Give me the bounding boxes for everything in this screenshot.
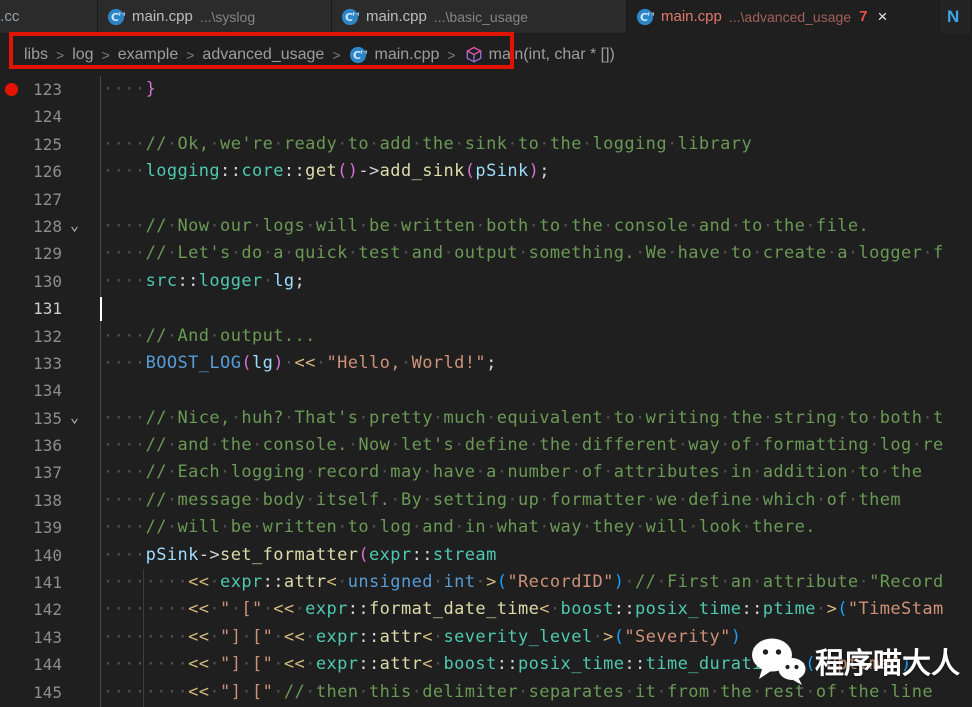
tab-main-cpp-advancedusage[interactable]: C++ main.cpp ...\advanced_usage 7 ×: [627, 0, 940, 33]
line-number[interactable]: 129: [0, 240, 62, 267]
line-number[interactable]: 145: [0, 679, 62, 706]
line-number[interactable]: 136: [0, 432, 62, 459]
watermark: 程序喵大人: [750, 636, 960, 686]
code-text: ····//·Now·our·logs·will·be·written·both…: [103, 213, 869, 240]
editor[interactable]: 123····}124125 ····//·Ok,·we're·ready·to·…: [0, 76, 972, 707]
line-number[interactable]: 126: [0, 158, 62, 185]
code-text: ········<<·expr::attr<·unsigned·int·>("R…: [103, 569, 944, 596]
svg-text:++: ++: [351, 12, 359, 18]
code-text: ····//·Ok,·we're·ready·to·add·the·sink·t…: [103, 131, 752, 158]
tab-bar: t.cc C++ main.cpp ...\syslog C++ main.cpp ...\…: [0, 0, 972, 33]
line-number[interactable]: 134: [0, 377, 62, 404]
cpp-file-icon: C++: [627, 8, 654, 26]
line-number[interactable]: 133: [0, 350, 62, 377]
line-number[interactable]: 132: [0, 323, 62, 350]
code-line-123[interactable]: 123····}: [0, 76, 972, 103]
tab-main-cpp-syslog[interactable]: C++ main.cpp ...\syslog: [98, 0, 332, 33]
code-line-131[interactable]: 131: [0, 295, 972, 322]
code-text: ····logging::core::get()->add_sink(pSink…: [103, 158, 550, 185]
line-number[interactable]: 125: [0, 131, 62, 158]
code-text: ····//·Let's·do·a·quick·test·and·output·…: [103, 240, 944, 267]
code-text: ········<<·"]·["·<<·expr::attr<·severity…: [103, 624, 741, 651]
problems-count-badge: 7: [859, 8, 867, 25]
code-line-132[interactable]: 132 ····//·And·output...: [0, 323, 972, 350]
line-number[interactable]: 131: [0, 295, 62, 322]
svg-text:++: ++: [117, 12, 125, 18]
code-line-127[interactable]: 127: [0, 186, 972, 213]
code-line-141[interactable]: 141 ········<<·expr::attr<·unsigned·int·>…: [0, 569, 972, 596]
tab-filename: t.cc: [0, 8, 19, 25]
fold-chevron-icon[interactable]: ⌄: [70, 405, 79, 430]
line-number[interactable]: 144: [0, 651, 62, 678]
code-line-135[interactable]: 135 ⌄ ····//·Nice,·huh?·That's·pretty·much…: [0, 405, 972, 432]
text-cursor: [100, 297, 102, 321]
line-number[interactable]: 124: [0, 103, 62, 130]
code-text: ····BOOST_LOG(lg)·<<·"Hello,·World!";: [103, 350, 497, 377]
wechat-icon: [750, 636, 806, 686]
tab-filename: N: [947, 7, 959, 27]
line-number[interactable]: 139: [0, 514, 62, 541]
tab-filename: main.cpp: [661, 8, 722, 25]
tab-path: ...\syslog: [200, 9, 255, 25]
tab-t-cc[interactable]: t.cc: [0, 0, 98, 33]
code-line-137[interactable]: 137 ····//·Each·logging·record·may·have·a…: [0, 459, 972, 486]
code-line-126[interactable]: 126 ····logging::core::get()->add_sink(pS…: [0, 158, 972, 185]
line-number[interactable]: 138: [0, 487, 62, 514]
cpp-file-icon: C++: [332, 8, 359, 26]
tab-path: ...\basic_usage: [434, 9, 528, 25]
code-text: ········<<·"·["·<<·expr::format_date_tim…: [103, 596, 944, 623]
code-line-128[interactable]: 128 ⌄ ····//·Now·our·logs·will·be·written·…: [0, 213, 972, 240]
watermark-text: 程序喵大人: [815, 640, 960, 682]
code-line-142[interactable]: 142 ········<<·"·["·<<·expr::format_date_…: [0, 596, 972, 623]
close-icon[interactable]: ×: [877, 8, 887, 25]
annotation-highlight-box: [9, 32, 514, 69]
tab-main-cpp-basicusage[interactable]: C++ main.cpp ...\basic_usage: [332, 0, 627, 33]
svg-text:++: ++: [646, 12, 654, 18]
code-line-139[interactable]: 139 ····//·will·be·written·to·log·and·in·…: [0, 514, 972, 541]
code-line-140[interactable]: 140 ····pSink->set_formatter(expr::stream: [0, 542, 972, 569]
line-number[interactable]: 128: [0, 213, 62, 240]
tab-filename: main.cpp: [366, 8, 427, 25]
code-text: ····}: [103, 76, 156, 103]
line-number[interactable]: 127: [0, 186, 62, 213]
code-text: ····//·will·be·written·to·log·and·in·wha…: [103, 514, 816, 541]
code-line-129[interactable]: 129 ····//·Let's·do·a·quick·test·and·outp…: [0, 240, 972, 267]
tab-n[interactable]: N: [940, 0, 972, 33]
tab-path: ...\advanced_usage: [729, 9, 851, 25]
cpp-file-icon: C++: [98, 8, 125, 26]
line-number[interactable]: 135: [0, 405, 62, 432]
line-number[interactable]: 143: [0, 624, 62, 651]
code-line-125[interactable]: 125 ····//·Ok,·we're·ready·to·add·the·sin…: [0, 131, 972, 158]
line-number[interactable]: 141: [0, 569, 62, 596]
line-number[interactable]: 137: [0, 459, 62, 486]
code-line-138[interactable]: 138 ····//·message·body·itself.·By·settin…: [0, 487, 972, 514]
code-line-124[interactable]: 124: [0, 103, 972, 130]
line-number[interactable]: 142: [0, 596, 62, 623]
code-text: ····//·And·output...: [103, 323, 316, 350]
fold-chevron-icon[interactable]: ⌄: [70, 213, 79, 238]
code-text: ····//·Nice,·huh?·That's·pretty·much·equ…: [103, 405, 944, 432]
code-text: ····//·and·the·console.·Now·let's·define…: [103, 432, 944, 459]
code-text: ····//·message·body·itself.·By·setting·u…: [103, 487, 901, 514]
code-text: ····//·Each·logging·record·may·have·a·nu…: [103, 459, 922, 486]
code-text: ····src::logger·lg;: [103, 268, 305, 295]
code-line-134[interactable]: 134: [0, 377, 972, 404]
code-text: ····pSink->set_formatter(expr::stream: [103, 542, 497, 569]
code-lines: 123····}124125 ····//·Ok,·we're·ready·to·…: [0, 76, 972, 706]
vscode-window: t.cc C++ main.cpp ...\syslog C++ main.cpp ...\…: [0, 0, 972, 707]
tab-filename: main.cpp: [132, 8, 193, 25]
line-number[interactable]: 140: [0, 542, 62, 569]
code-line-133[interactable]: 133 ····BOOST_LOG(lg)·<<·"Hello,·World!";: [0, 350, 972, 377]
code-line-136[interactable]: 136 ····//·and·the·console.·Now·let's·def…: [0, 432, 972, 459]
breakpoint-icon[interactable]: [5, 83, 18, 96]
code-line-130[interactable]: 130 ····src::logger·lg;: [0, 268, 972, 295]
line-number[interactable]: 130: [0, 268, 62, 295]
